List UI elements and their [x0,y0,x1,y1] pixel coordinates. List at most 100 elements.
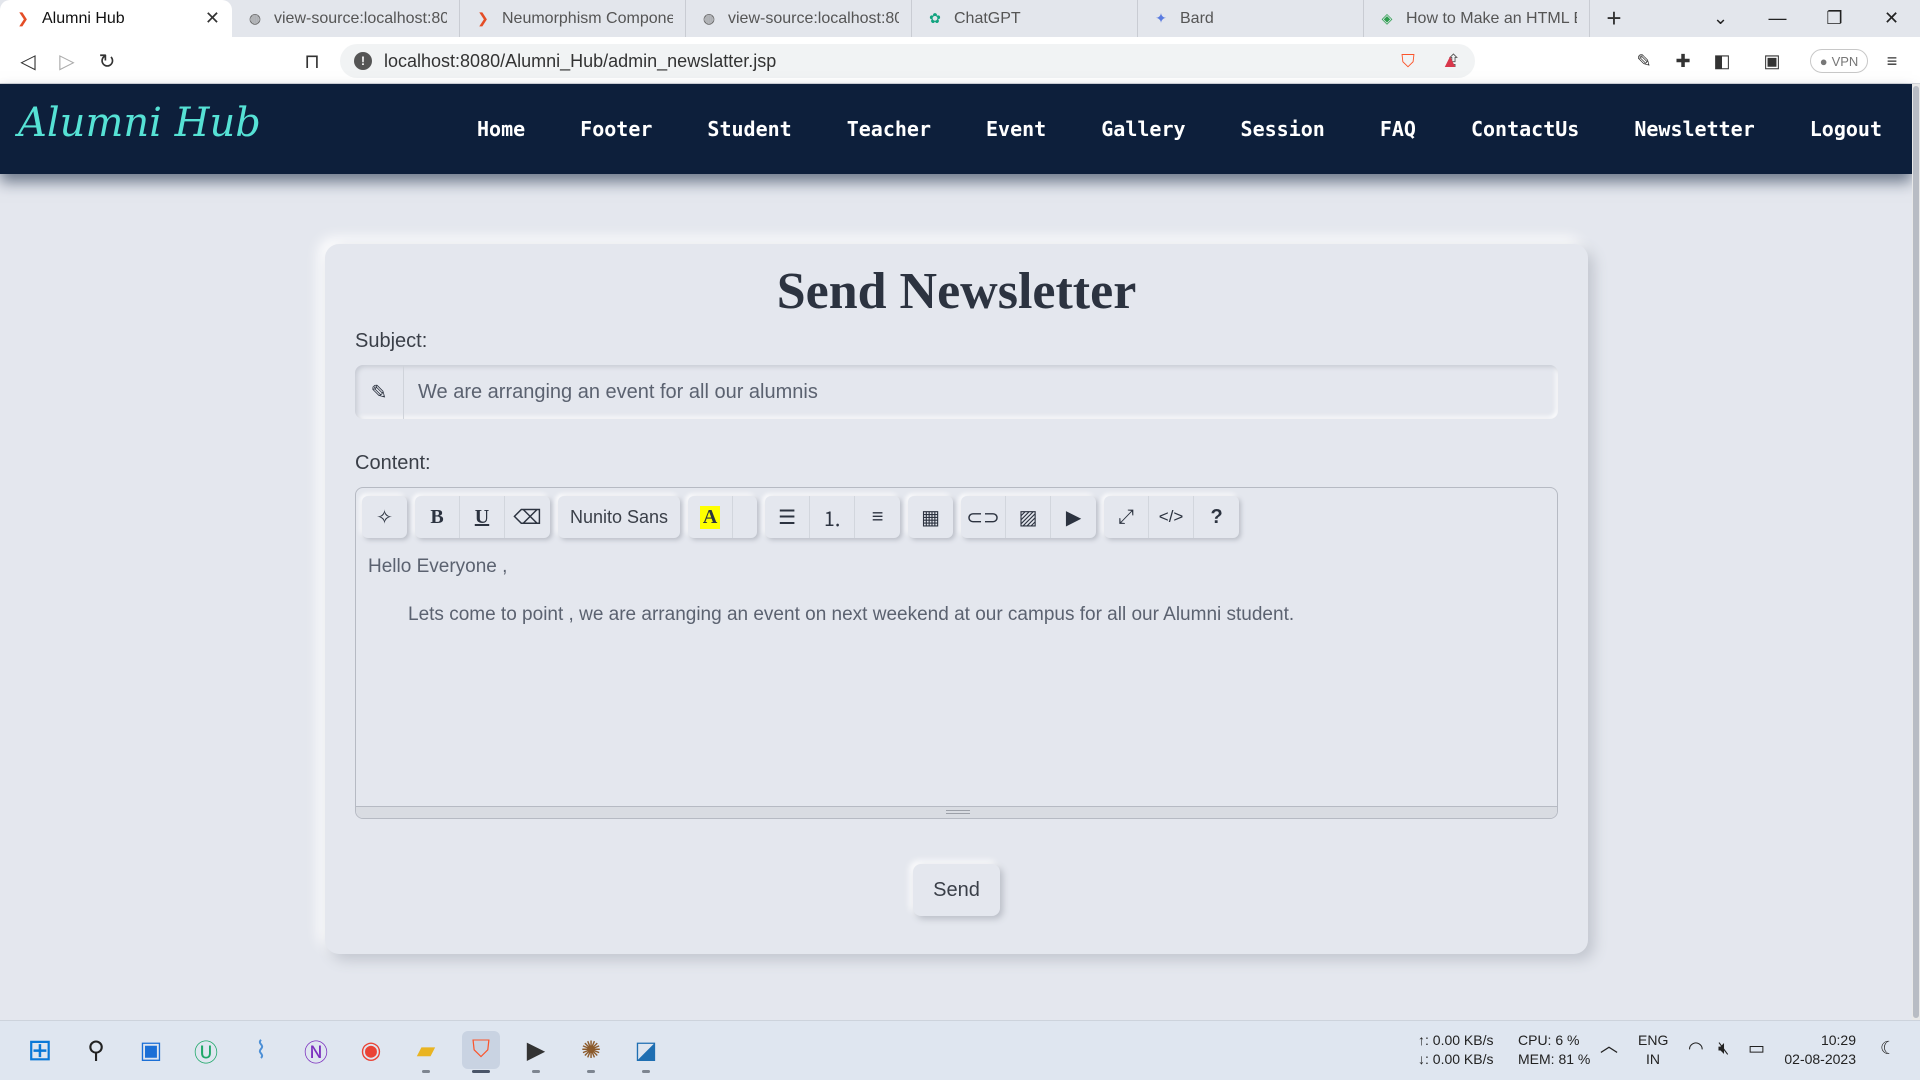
html5-icon: ❯ [477,10,489,26]
menu-icon[interactable]: ≡ [1878,47,1906,75]
search-icon[interactable]: ⚲ [77,1031,115,1069]
tab-neumorphism[interactable]: ❯ Neumorphism Component [460,0,686,37]
tab-alumni-hub[interactable]: ❯ Alumni Hub ✕ [0,0,232,37]
align-icon[interactable]: ≡ [855,496,900,538]
net-down: ↓: 0.00 KB/s [1418,1051,1494,1067]
page-scrollbar[interactable] [1912,84,1920,1020]
nav-footer[interactable]: Footer [580,117,652,141]
clock-date: 02-08-2023 [1784,1051,1856,1067]
activity-monitor-icon[interactable]: ⌇ [242,1031,280,1069]
magic-wand-icon[interactable]: ✧ [362,496,407,538]
nav-home[interactable]: Home [477,117,525,141]
vpn-dot-icon: ● [1819,53,1828,69]
battery-icon[interactable]: ▭ [1748,1039,1765,1058]
forward-icon[interactable]: ▷ [53,47,81,75]
nav-gallery[interactable]: Gallery [1101,117,1185,141]
nav-faq[interactable]: FAQ [1380,117,1416,141]
tab-chatgpt[interactable]: ✿ ChatGPT [912,0,1138,37]
table-icon[interactable]: ▦ [908,496,953,538]
underline-label: U [474,505,490,528]
code-view-button[interactable]: </> [1149,496,1195,538]
toolbar-group-insert: ⊂⊃ ▨ ▶ [961,496,1097,538]
chrome-icon[interactable]: ◉ [352,1031,390,1069]
reload-icon[interactable]: ↻ [93,47,121,75]
volume-muted-icon[interactable]: 🔇︎ [1718,1039,1729,1058]
chatgpt-icon: ✿ [929,10,941,26]
wifi-icon[interactable]: ◠ [1688,1039,1704,1058]
brave-shield-icon[interactable]: ⛉ [1394,47,1422,75]
send-button[interactable]: Send [913,864,1000,916]
new-tab-button[interactable]: + [1590,0,1638,37]
fullscreen-icon[interactable]: ⤢ [1104,496,1150,538]
bullet-list-icon[interactable]: ☰ [765,496,811,538]
tab-html-button[interactable]: ◈ How to Make an HTML But [1364,0,1590,37]
url-bar[interactable]: ! localhost:8080/Alumni_Hub/admin_newsla… [340,44,1475,78]
clock[interactable]: 10:29 02-08-2023 [1780,1031,1856,1069]
nav-logout[interactable]: Logout [1810,117,1882,141]
restore-button[interactable]: ❐ [1806,0,1863,37]
vpn-button[interactable]: ● VPN [1810,49,1868,73]
back-icon[interactable]: ◁ [14,47,42,75]
nav-newsletter[interactable]: Newsletter [1634,117,1754,141]
editor-resize-handle[interactable] [356,806,1557,818]
subject-input[interactable] [404,365,1558,419]
font-family-select[interactable]: Nunito Sans [558,496,680,538]
close-window-button[interactable]: ✕ [1863,0,1920,37]
underline-button[interactable]: U [460,496,505,538]
notifications-icon[interactable]: ☾ [1880,1039,1896,1058]
tab-search-icon[interactable]: ⌄ [1692,0,1749,37]
nav-event[interactable]: Event [986,117,1046,141]
minimize-button[interactable]: — [1749,0,1806,37]
brand-icon: ◈ [1381,10,1393,26]
tab-view-source-2[interactable]: ◍ view-source:localhost:8080 [686,0,912,37]
nav-contactus[interactable]: ContactUs [1471,117,1579,141]
sidebar-icon[interactable]: ◧ [1708,47,1736,75]
extensions-icon[interactable]: ✚ [1669,47,1697,75]
upwork-icon[interactable]: Ⓤ [187,1031,225,1069]
html5-icon: ❯ [17,10,29,26]
nav-teacher[interactable]: Teacher [847,117,931,141]
brave-browser-icon[interactable]: ⛉ [462,1031,500,1073]
tomcat-icon[interactable]: ✺ [572,1031,610,1073]
chevron-up-icon[interactable]: ︿ [1600,1037,1618,1056]
wallet-icon[interactable]: ▣ [1758,47,1786,75]
main-nav: Home Footer Student Teacher Event Galler… [477,84,1912,174]
site-info-icon[interactable]: ! [354,52,372,70]
site-logo[interactable]: Alumni Hub [18,100,261,146]
store-icon[interactable]: ▣ [132,1031,170,1069]
nav-session[interactable]: Session [1241,117,1325,141]
link-icon[interactable]: ⊂⊃ [961,496,1007,538]
editor-content[interactable]: Hello Everyone , Lets come to point , we… [356,540,1557,806]
brave-rewards-icon[interactable]: ▲ [1436,47,1464,75]
scrollbar-thumb[interactable] [1913,86,1919,1018]
lang-code: ENG [1638,1032,1669,1048]
subject-label: Subject: [355,330,428,352]
onenote-icon[interactable]: Ⓝ [297,1031,335,1069]
bold-button[interactable]: B [415,496,460,538]
toolbar-group-view: ⤢ </> ? [1104,496,1240,538]
rich-text-editor: ✧ B U ⌫ Nunito Sans A ☰ ⒈ ≡ ▦ ⊂⊃ ▨ ▶ ⤢ <… [355,487,1558,819]
tab-bard[interactable]: ✦ Bard [1138,0,1364,37]
file-explorer-icon[interactable]: ▰ [407,1031,445,1073]
tab-view-source-1[interactable]: ◍ view-source:localhost:8080 [232,0,460,37]
media-player-icon[interactable]: ▶ [517,1031,555,1073]
language-indicator[interactable]: ENG IN [1638,1031,1668,1069]
video-icon[interactable]: ▶ [1051,496,1096,538]
eyedropper-icon[interactable]: ✎ [1630,47,1658,75]
help-button[interactable]: ? [1194,496,1239,538]
color-dropdown-button[interactable] [733,496,757,538]
nav-student[interactable]: Student [707,117,791,141]
close-tab-icon[interactable]: ✕ [205,8,220,29]
mysql-workbench-icon[interactable]: ◪ [627,1031,665,1073]
globe-icon: ◍ [702,10,716,26]
image-icon[interactable]: ▨ [1006,496,1052,538]
browser-tabstrip: ❯ Alumni Hub ✕ ◍ view-source:localhost:8… [0,0,1920,37]
windows-start-icon[interactable]: ⊞ [21,1031,59,1069]
grip-icon [946,810,970,814]
subject-field-group: ✎ [355,365,1558,419]
bookmark-icon[interactable]: ⊓ [298,47,326,75]
tab-title: view-source:localhost:8080 [728,9,899,27]
highlight-color-button[interactable]: A [688,496,734,538]
numbered-list-icon[interactable]: ⒈ [810,496,856,538]
eraser-icon[interactable]: ⌫ [505,496,550,538]
